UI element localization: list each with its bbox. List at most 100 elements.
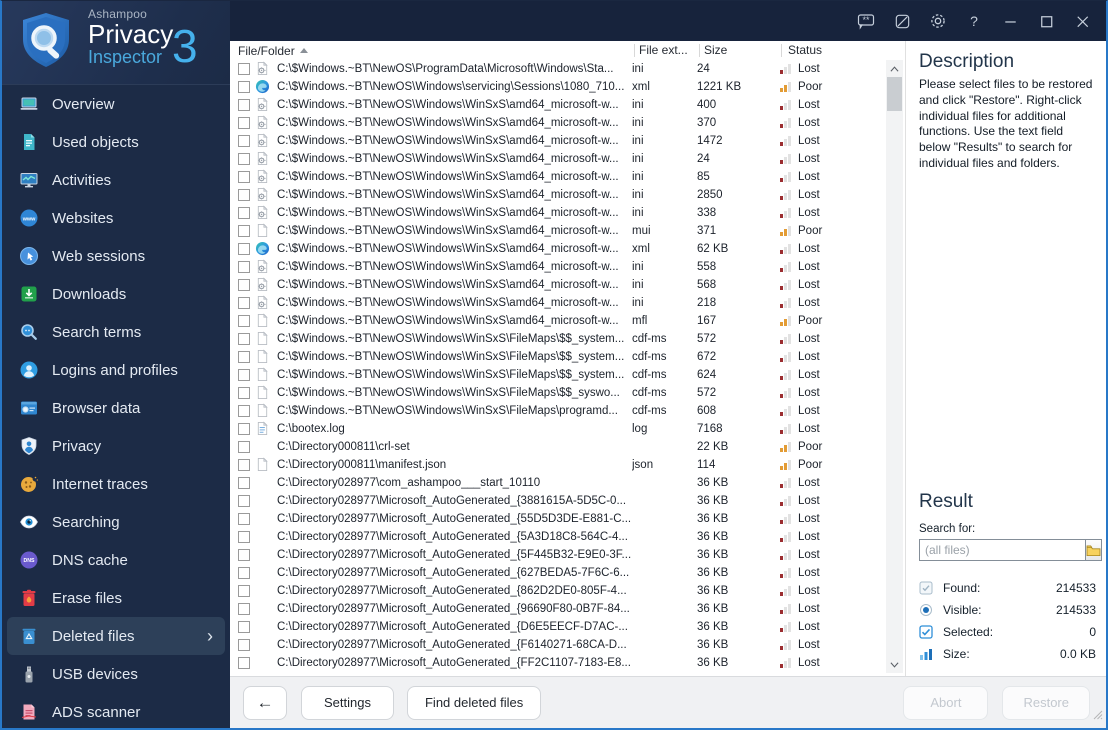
- table-row[interactable]: C:\Directory028977\Microsoft_AutoGenerat…: [230, 564, 886, 582]
- sidebar-item-browser-data[interactable]: Browser data: [2, 389, 230, 427]
- sidebar-item-usb-devices[interactable]: USB devices: [2, 655, 230, 693]
- table-row[interactable]: C:\$Windows.~BT\NewOS\ProgramData\Micros…: [230, 60, 886, 78]
- row-checkbox[interactable]: [238, 639, 250, 651]
- sidebar-item-websites[interactable]: www Websites: [2, 199, 230, 237]
- row-checkbox[interactable]: [238, 225, 250, 237]
- restore-button[interactable]: Restore: [1002, 685, 1090, 720]
- table-row[interactable]: C:\$Windows.~BT\NewOS\Windows\WinSxS\amd…: [230, 258, 886, 276]
- column-header-size[interactable]: Size: [704, 43, 727, 57]
- row-checkbox[interactable]: [238, 549, 250, 561]
- table-row[interactable]: C:\$Windows.~BT\NewOS\Windows\WinSxS\amd…: [230, 186, 886, 204]
- table-row[interactable]: C:\$Windows.~BT\NewOS\Windows\WinSxS\Fil…: [230, 402, 886, 420]
- table-row[interactable]: C:\Directory028977\Microsoft_AutoGenerat…: [230, 618, 886, 636]
- table-row[interactable]: C:\Directory028977\Microsoft_AutoGenerat…: [230, 528, 886, 546]
- table-row[interactable]: C:\Directory028977\Microsoft_AutoGenerat…: [230, 654, 886, 672]
- table-row[interactable]: C:\$Windows.~BT\NewOS\Windows\WinSxS\amd…: [230, 294, 886, 312]
- find-deleted-files-button[interactable]: Find deleted files: [406, 685, 542, 720]
- row-checkbox[interactable]: [238, 441, 250, 453]
- sidebar-item-used-objects[interactable]: Used objects: [2, 123, 230, 161]
- sidebar-item-privacy[interactable]: Privacy: [2, 427, 230, 465]
- settings-button[interactable]: Settings: [301, 685, 394, 720]
- sidebar-item-downloads[interactable]: Downloads: [2, 275, 230, 313]
- row-checkbox[interactable]: [238, 297, 250, 309]
- table-row[interactable]: C:\$Windows.~BT\NewOS\Windows\WinSxS\amd…: [230, 168, 886, 186]
- table-row[interactable]: C:\Directory028977\Microsoft_AutoGenerat…: [230, 582, 886, 600]
- row-checkbox[interactable]: [238, 405, 250, 417]
- table-row[interactable]: C:\$Windows.~BT\NewOS\Windows\WinSxS\amd…: [230, 114, 886, 132]
- table-row[interactable]: C:\Directory028977\Microsoft_AutoGenerat…: [230, 492, 886, 510]
- table-row[interactable]: C:\Directory028977\Microsoft_AutoGenerat…: [230, 636, 886, 654]
- scrollbar-thumb[interactable]: [887, 77, 902, 111]
- row-checkbox[interactable]: [238, 387, 250, 399]
- sidebar-item-dns-cache[interactable]: DNS DNS cache: [2, 541, 230, 579]
- row-checkbox[interactable]: [238, 81, 250, 93]
- row-checkbox[interactable]: [238, 63, 250, 75]
- row-checkbox[interactable]: [238, 117, 250, 129]
- row-checkbox[interactable]: [238, 207, 250, 219]
- search-input[interactable]: [919, 539, 1085, 561]
- back-button[interactable]: ←: [243, 685, 287, 720]
- sidebar-item-web-sessions[interactable]: Web sessions: [2, 237, 230, 275]
- row-checkbox[interactable]: [238, 333, 250, 345]
- table-row[interactable]: C:\Directory028977\Microsoft_AutoGenerat…: [230, 510, 886, 528]
- row-checkbox[interactable]: [238, 315, 250, 327]
- table-row[interactable]: C:\Directory000811\crl-set 22 KB Poor: [230, 438, 886, 456]
- table-row[interactable]: C:\$Windows.~BT\NewOS\Windows\WinSxS\Fil…: [230, 366, 886, 384]
- table-row[interactable]: C:\Directory028977\Microsoft_AutoGenerat…: [230, 546, 886, 564]
- row-checkbox[interactable]: [238, 99, 250, 111]
- sidebar-item-internet-traces[interactable]: Internet traces: [2, 465, 230, 503]
- theme-icon[interactable]: [884, 6, 920, 36]
- table-row[interactable]: C:\Directory028977\com_ashampoo___start_…: [230, 474, 886, 492]
- row-checkbox[interactable]: [238, 279, 250, 291]
- column-header-file-folder[interactable]: File/Folder: [238, 44, 308, 58]
- sidebar-item-overview[interactable]: Overview: [2, 85, 230, 123]
- row-checkbox[interactable]: [238, 459, 250, 471]
- row-checkbox[interactable]: [238, 135, 250, 147]
- column-header-file-ext[interactable]: File ext...: [639, 43, 688, 57]
- table-row[interactable]: C:\Directory000811\manifest.json json 114 P…: [230, 456, 886, 474]
- table-row[interactable]: C:\$Windows.~BT\NewOS\Windows\WinSxS\amd…: [230, 222, 886, 240]
- row-checkbox[interactable]: [238, 261, 250, 273]
- sidebar-item-erase-files[interactable]: Erase files: [2, 579, 230, 617]
- sidebar-item-ads-scanner[interactable]: ADS scanner: [2, 693, 230, 728]
- sidebar-item-searching[interactable]: Searching: [2, 503, 230, 541]
- abort-button[interactable]: Abort: [903, 685, 989, 720]
- table-row[interactable]: C:\$Windows.~BT\NewOS\Windows\WinSxS\Fil…: [230, 330, 886, 348]
- scroll-up-icon[interactable]: [886, 60, 903, 77]
- scroll-down-icon[interactable]: [886, 656, 903, 673]
- sidebar-item-activities[interactable]: Activities: [2, 161, 230, 199]
- row-checkbox[interactable]: [238, 495, 250, 507]
- table-row[interactable]: C:\$Windows.~BT\NewOS\Windows\WinSxS\Fil…: [230, 384, 886, 402]
- column-header-status[interactable]: Status: [788, 43, 822, 57]
- row-checkbox[interactable]: [238, 243, 250, 255]
- table-row[interactable]: C:\Directory028977\Microsoft_AutoGenerat…: [230, 600, 886, 618]
- row-checkbox[interactable]: [238, 567, 250, 579]
- row-checkbox[interactable]: [238, 585, 250, 597]
- row-checkbox[interactable]: [238, 513, 250, 525]
- table-row[interactable]: C:\$Windows.~BT\NewOS\Windows\WinSxS\amd…: [230, 204, 886, 222]
- sidebar-item-deleted-files[interactable]: Deleted files ›: [7, 617, 225, 655]
- row-checkbox[interactable]: [238, 531, 250, 543]
- row-checkbox[interactable]: [238, 153, 250, 165]
- minimize-icon[interactable]: [992, 6, 1028, 36]
- table-row[interactable]: C:\$Windows.~BT\NewOS\Windows\WinSxS\amd…: [230, 240, 886, 258]
- row-checkbox[interactable]: [238, 189, 250, 201]
- browse-folder-button[interactable]: [1085, 539, 1102, 561]
- help-icon[interactable]: ?: [956, 6, 992, 36]
- close-icon[interactable]: [1064, 6, 1100, 36]
- table-row[interactable]: C:\$Windows.~BT\NewOS\Windows\WinSxS\amd…: [230, 276, 886, 294]
- maximize-icon[interactable]: [1028, 6, 1064, 36]
- row-checkbox[interactable]: [238, 657, 250, 669]
- feedback-icon[interactable]: **: [848, 6, 884, 36]
- settings-gear-icon[interactable]: [920, 6, 956, 36]
- table-row[interactable]: C:\$Windows.~BT\NewOS\Windows\WinSxS\amd…: [230, 96, 886, 114]
- row-checkbox[interactable]: [238, 171, 250, 183]
- sidebar-item-search-terms[interactable]: Search terms: [2, 313, 230, 351]
- vertical-scrollbar[interactable]: [886, 60, 903, 673]
- row-checkbox[interactable]: [238, 621, 250, 633]
- row-checkbox[interactable]: [238, 369, 250, 381]
- row-checkbox[interactable]: [238, 603, 250, 615]
- row-checkbox[interactable]: [238, 477, 250, 489]
- table-row[interactable]: C:\$Windows.~BT\NewOS\Windows\WinSxS\Fil…: [230, 348, 886, 366]
- table-row[interactable]: C:\$Windows.~BT\NewOS\Windows\WinSxS\amd…: [230, 312, 886, 330]
